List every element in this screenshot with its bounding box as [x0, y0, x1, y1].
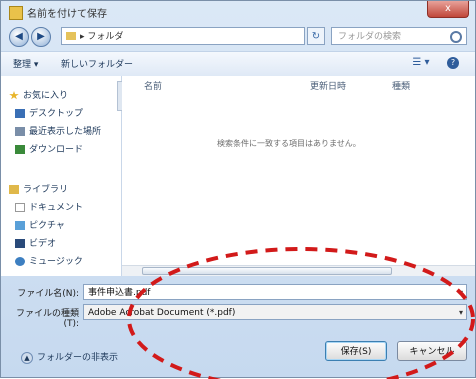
new-folder-button[interactable]: 新しいフォルダー — [61, 57, 133, 70]
filetype-select[interactable]: Adobe Acrobat Document (*.pdf) ▾ — [83, 304, 467, 320]
help-icon[interactable]: ? — [447, 57, 459, 69]
horizontal-scrollbar[interactable] — [122, 265, 475, 276]
nav-desktop[interactable]: デスクトップ — [15, 106, 83, 119]
save-as-dialog: 名前を付けて保存 x ◀ ▶ ▸ フォルダ ↻ フォルダの検索 整理 ▾ 新しい… — [0, 0, 476, 379]
filetype-label: ファイルの種類(T): — [15, 309, 79, 329]
nav-recent-places[interactable]: 最近表示した場所 — [15, 124, 101, 137]
title-bar: 名前を付けて保存 x — [1, 1, 475, 23]
scrollbar-thumb[interactable] — [142, 267, 392, 275]
address-row: ◀ ▶ ▸ フォルダ ↻ フォルダの検索 — [1, 23, 475, 51]
refresh-button[interactable]: ↻ — [307, 27, 325, 45]
file-list: 名前 更新日時 種類 検索条件に一致する項目はありません。 — [122, 76, 475, 266]
chevron-down-icon[interactable]: ▾ — [459, 285, 463, 301]
column-header-type[interactable]: 種類 — [392, 79, 410, 92]
back-button[interactable]: ◀ — [9, 27, 29, 47]
folder-icon — [9, 6, 23, 20]
column-header-modified[interactable]: 更新日時 — [310, 79, 346, 92]
column-header-name[interactable]: 名前 — [144, 79, 162, 92]
address-path: ▸ フォルダ — [80, 32, 124, 42]
nav-videos[interactable]: ビデオ — [15, 236, 56, 249]
command-toolbar: 整理 ▾ 新しいフォルダー ☰ ▾ ? — [1, 51, 475, 77]
filename-value: 事件申込書.pdf — [88, 288, 151, 298]
close-button[interactable]: x — [427, 1, 469, 18]
music-icon — [15, 257, 25, 266]
filename-field[interactable]: 事件申込書.pdf ▾ — [83, 284, 467, 300]
nav-documents[interactable]: ドキュメント — [15, 200, 83, 213]
hide-folders-toggle[interactable]: ▲ フォルダーの非表示 — [21, 350, 118, 364]
video-icon — [15, 239, 25, 248]
chevron-down-icon[interactable]: ▾ — [459, 305, 463, 321]
filename-label: ファイル名(N): — [17, 289, 79, 299]
filetype-value: Adobe Acrobat Document (*.pdf) — [88, 308, 236, 318]
search-input[interactable]: フォルダの検索 — [331, 27, 467, 45]
empty-message: 検索条件に一致する項目はありません。 — [217, 139, 361, 148]
folder-icon — [66, 32, 76, 40]
view-options-icon[interactable]: ☰ ▾ — [409, 57, 433, 69]
star-icon — [9, 91, 19, 100]
search-placeholder: フォルダの検索 — [338, 32, 402, 42]
desktop-icon — [15, 109, 25, 118]
pictures-icon — [15, 221, 25, 230]
collapse-icon: ▲ — [21, 351, 33, 364]
nav-libraries[interactable]: ライブラリ — [9, 182, 68, 195]
nav-downloads[interactable]: ダウンロード — [15, 142, 83, 155]
nav-favorites[interactable]: お気に入り — [9, 88, 68, 101]
library-icon — [9, 185, 19, 194]
download-icon — [15, 145, 25, 154]
forward-button[interactable]: ▶ — [31, 27, 51, 47]
organize-button[interactable]: 整理 ▾ — [13, 57, 38, 70]
address-bar[interactable]: ▸ フォルダ — [61, 27, 305, 45]
documents-icon — [15, 203, 25, 212]
dialog-title: 名前を付けて保存 — [27, 9, 107, 20]
recent-places-icon — [15, 127, 25, 136]
search-icon — [450, 31, 462, 43]
nav-music[interactable]: ミュージック — [15, 254, 83, 267]
navigation-pane: お気に入り デスクトップ 最近表示した場所 ダウンロード ライブラリ ドキュメン… — [1, 76, 122, 276]
save-button[interactable]: 保存(S) — [325, 341, 387, 361]
nav-pictures[interactable]: ピクチャ — [15, 218, 65, 231]
cancel-button[interactable]: キャンセル — [397, 341, 467, 361]
